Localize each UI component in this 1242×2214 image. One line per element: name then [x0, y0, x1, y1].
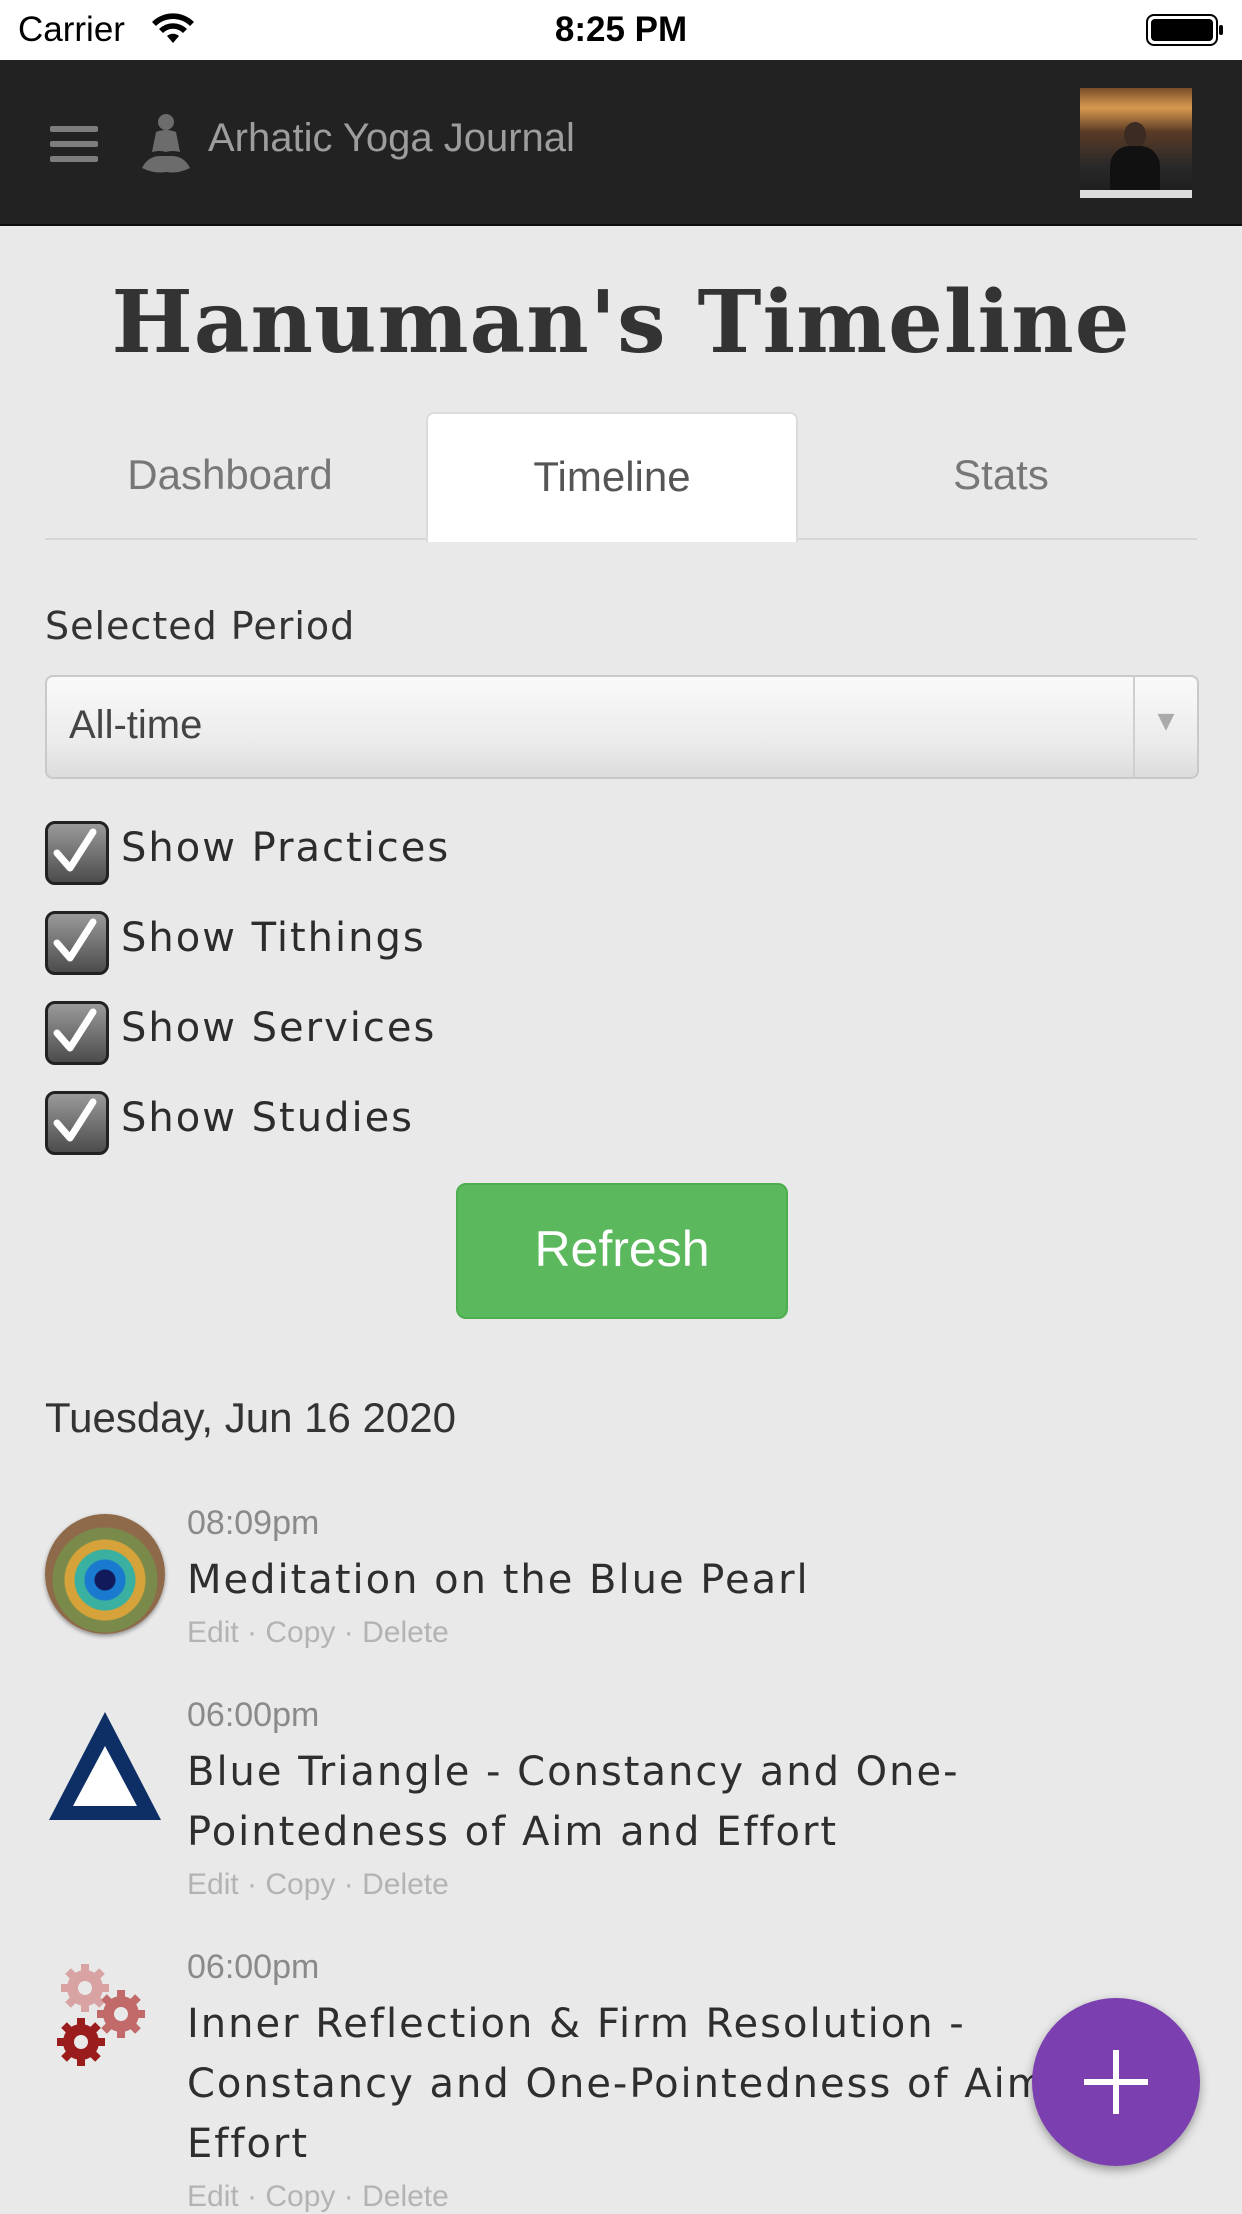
show-practices-checkbox[interactable] [45, 821, 109, 885]
tab-timeline[interactable]: Timeline [426, 412, 798, 542]
timeline-entry: 06:00pm Inner Reflection & Firm Resoluti… [45, 1948, 1195, 2213]
edit-link[interactable]: Edit [187, 1616, 239, 1649]
checkmark-icon [53, 1098, 97, 1142]
show-studies-checkbox[interactable] [45, 1091, 109, 1155]
plus-icon [1084, 2050, 1148, 2114]
timeline-date-heading: Tuesday, Jun 16 2020 [45, 1394, 456, 1441]
show-studies-label[interactable]: Show Studies [121, 1095, 414, 1141]
period-select-value: All-time [69, 703, 203, 747]
entry-title[interactable]: Blue Triangle - Constancy and One-Pointe… [187, 1742, 1187, 1862]
delete-link[interactable]: Delete [362, 1616, 449, 1649]
timeline-entry: 08:09pm Meditation on the Blue Pearl Edi… [45, 1504, 1195, 1654]
action-separator: · [335, 2180, 363, 2213]
copy-link[interactable]: Copy [265, 1616, 335, 1649]
action-separator: · [238, 1616, 266, 1649]
tab-dashboard[interactable]: Dashboard [45, 412, 415, 538]
status-bar: Carrier 8:25 PM [0, 0, 1242, 60]
meditation-logo-icon [142, 114, 190, 173]
menu-icon[interactable] [50, 126, 98, 162]
action-separator: · [238, 2180, 266, 2213]
entry-time: 06:00pm [187, 1948, 320, 1986]
entry-time: 08:09pm [187, 1504, 320, 1542]
show-practices-label[interactable]: Show Practices [121, 825, 450, 871]
timeline-entry: 06:00pm Blue Triangle - Constancy and On… [45, 1696, 1195, 1906]
action-separator: · [238, 1868, 266, 1901]
app-title[interactable]: Arhatic Yoga Journal [208, 116, 575, 161]
checkmark-icon [53, 1008, 97, 1052]
action-separator: · [335, 1616, 363, 1649]
tab-bar: Dashboard Timeline Stats [45, 412, 1197, 542]
blue-triangle-icon [49, 1712, 161, 1820]
gears-icon [57, 1964, 145, 2066]
chevron-down-icon[interactable]: ▼ [1133, 677, 1197, 777]
edit-link[interactable]: Edit [187, 1868, 239, 1901]
entry-title[interactable]: Meditation on the Blue Pearl [187, 1550, 1187, 1610]
peacock-feather-icon [45, 1514, 165, 1634]
entry-actions: Edit · Copy · Delete [187, 2180, 449, 2214]
show-tithings-checkbox[interactable] [45, 911, 109, 975]
refresh-button[interactable]: Refresh [456, 1183, 788, 1319]
show-services-checkbox[interactable] [45, 1001, 109, 1065]
period-select[interactable]: All-time ▼ [45, 675, 1199, 779]
delete-link[interactable]: Delete [362, 1868, 449, 1901]
add-entry-button[interactable] [1032, 1998, 1200, 2166]
copy-link[interactable]: Copy [265, 1868, 335, 1901]
tab-stats[interactable]: Stats [805, 412, 1197, 538]
checkmark-icon [53, 828, 97, 872]
user-avatar[interactable] [1080, 88, 1192, 198]
checkmark-icon [53, 918, 97, 962]
show-tithings-label[interactable]: Show Tithings [121, 915, 426, 961]
top-navbar: Arhatic Yoga Journal [0, 60, 1242, 226]
edit-link[interactable]: Edit [187, 2180, 239, 2213]
entry-actions: Edit · Copy · Delete [187, 1868, 449, 1902]
entry-time: 06:00pm [187, 1696, 320, 1734]
action-separator: · [335, 1868, 363, 1901]
selected-period-label: Selected Period [45, 604, 356, 648]
entry-actions: Edit · Copy · Delete [187, 1616, 449, 1650]
copy-link[interactable]: Copy [265, 2180, 335, 2213]
page-title: Hanuman's Timeline [111, 272, 1131, 373]
show-services-label[interactable]: Show Services [121, 1005, 436, 1051]
clock: 8:25 PM [554, 10, 688, 49]
delete-link[interactable]: Delete [362, 2180, 449, 2213]
battery-icon [1146, 14, 1223, 46]
